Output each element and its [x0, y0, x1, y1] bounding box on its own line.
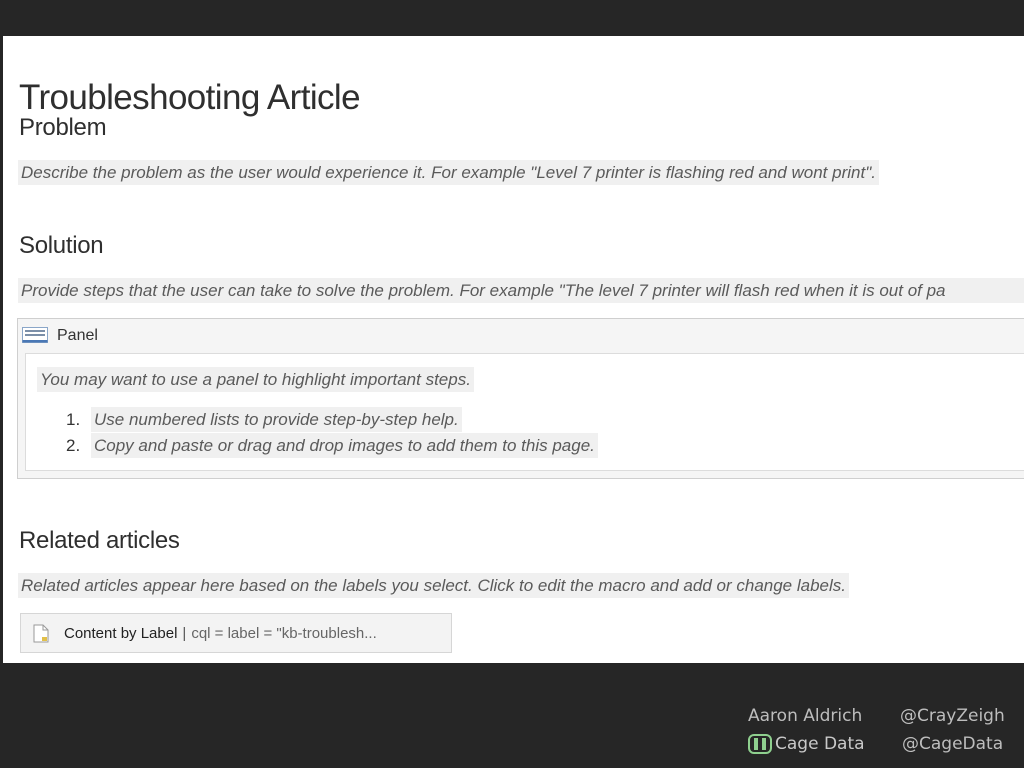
list-item-text[interactable]: Use numbered lists to provide step-by-st…: [91, 407, 462, 432]
panel-macro[interactable]: Panel You may want to use a panel to hig…: [17, 318, 1024, 479]
author-name: Aaron Aldrich: [748, 706, 863, 726]
content-by-label-macro[interactable]: Content by Label | cql = label = "kb-troub…: [20, 613, 452, 653]
problem-heading: Problem: [19, 114, 107, 141]
panel-body[interactable]: You may want to use a panel to highlight…: [25, 353, 1024, 471]
related-articles-placeholder-text[interactable]: Related articles appear here based on th…: [18, 573, 849, 598]
list-item[interactable]: 1. Use numbered lists to provide step-by-…: [66, 407, 462, 432]
cage-data-logo-icon: [748, 734, 772, 754]
related-articles-heading: Related articles: [19, 527, 180, 554]
list-item-number: 1.: [66, 410, 81, 429]
macro-params: cql = label = "kb-troublesh...: [191, 625, 377, 642]
solution-heading: Solution: [19, 232, 104, 259]
panel-macro-icon: [22, 327, 48, 343]
slide-screenshot: Troubleshooting Article Problem Describe…: [3, 36, 1024, 663]
list-item[interactable]: 2. Copy and paste or drag and drop images…: [66, 433, 598, 458]
macro-name: Content by Label: [64, 625, 178, 642]
list-item-text[interactable]: Copy and paste or drag and drop images t…: [91, 433, 598, 458]
solution-placeholder-text[interactable]: Provide steps that the user can take to …: [18, 278, 1024, 303]
panel-header[interactable]: Panel: [18, 319, 1024, 353]
list-item-number: 2.: [66, 436, 81, 455]
panel-intro-text[interactable]: You may want to use a panel to highlight…: [37, 367, 474, 392]
macro-separator: |: [182, 625, 187, 642]
company-name: Cage Data: [775, 734, 865, 754]
panel-label: Panel: [57, 327, 98, 344]
problem-placeholder-text[interactable]: Describe the problem as the user would e…: [18, 160, 879, 185]
author-handle: @CrayZeigh: [900, 706, 1005, 726]
company-handle: @CageData: [902, 734, 1004, 754]
page-title: Troubleshooting Article: [19, 78, 361, 117]
page-icon: [33, 624, 49, 643]
